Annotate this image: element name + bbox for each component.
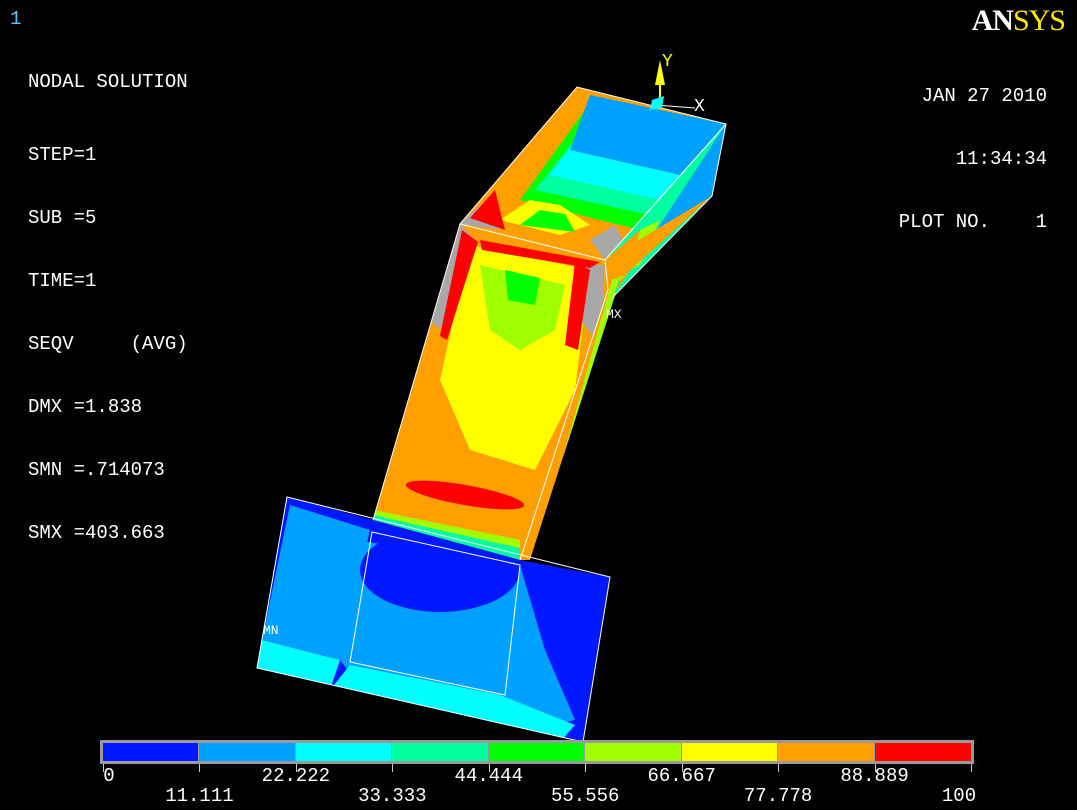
triad-y-label: Y [662, 52, 673, 72]
legend-cell-7 [778, 743, 874, 761]
legend-cell-3 [392, 743, 488, 761]
legend-cell-8 [874, 743, 971, 761]
legend-label-1: 11.111 [165, 785, 234, 807]
legend-cell-4 [488, 743, 585, 761]
contour-model-view[interactable]: Y X MX MN [0, 0, 1077, 810]
legend-cell-5 [585, 743, 681, 761]
legend-label-8: 88.889 [840, 765, 909, 787]
max-marker: MX [606, 307, 622, 322]
legend-tick-5 [585, 764, 587, 772]
legend-tick-9 [971, 764, 972, 772]
legend-cell-0 [103, 743, 199, 761]
legend-cell-1 [199, 743, 295, 761]
triad-x-label: X [694, 97, 705, 117]
legend-label-2: 22.222 [261, 765, 331, 787]
legend-cell-2 [295, 743, 392, 761]
contour-legend-bar [100, 740, 974, 764]
legend-tick-1 [199, 764, 201, 772]
legend-label-4: 44.444 [454, 765, 523, 787]
legend-tick-3 [392, 764, 394, 772]
legend-label-3: 33.333 [358, 785, 427, 807]
arm-front-face [373, 224, 608, 560]
legend-label-9: 100 [941, 785, 977, 807]
legend-label-7: 77.778 [743, 785, 813, 807]
min-marker: MN [263, 623, 279, 638]
legend-label-6: 66.667 [647, 765, 716, 787]
legend-label-0: 0 [103, 765, 115, 787]
legend-tick-7 [778, 764, 780, 772]
legend-label-5: 55.556 [551, 785, 620, 807]
legend-cell-6 [681, 743, 778, 761]
